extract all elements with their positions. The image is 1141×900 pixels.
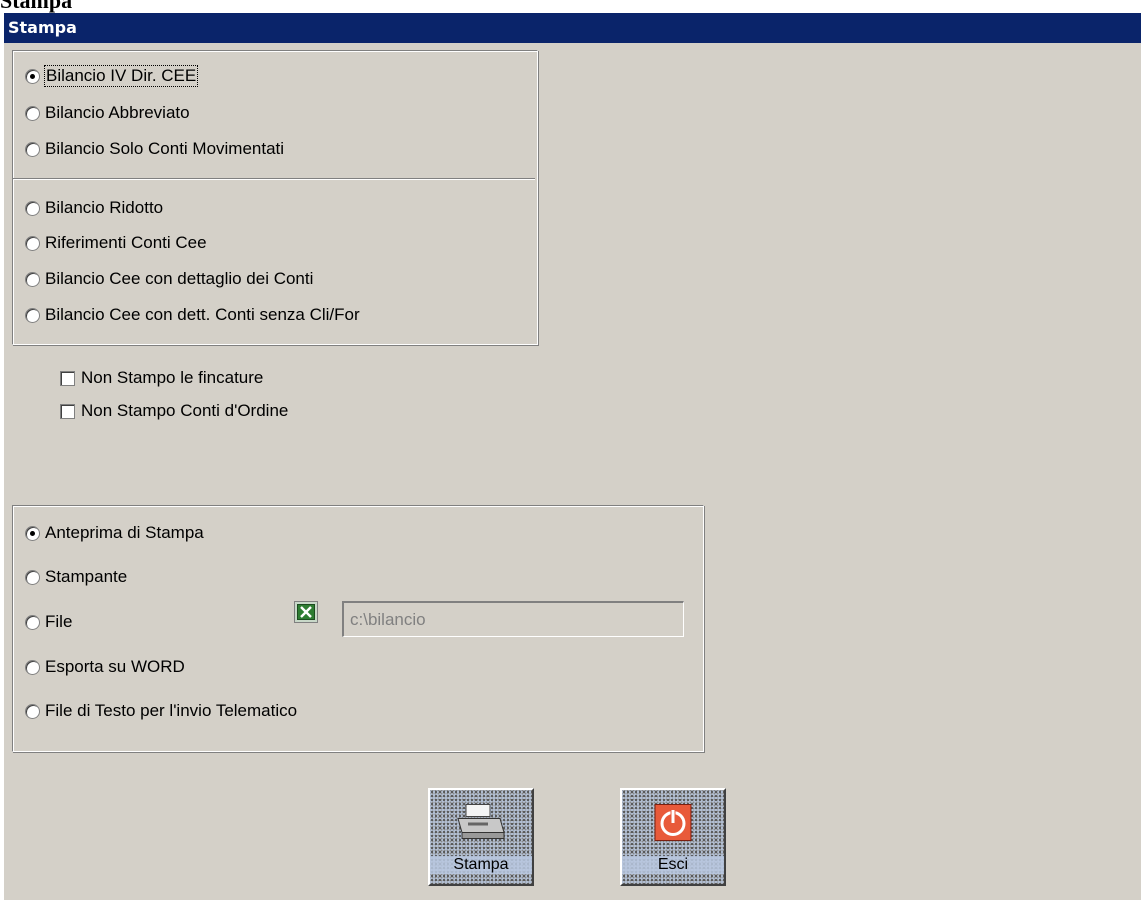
radio-label: Bilancio Solo Conti Movimentati [45,139,285,158]
radio-anteprima-di-stampa[interactable]: Anteprima di Stampa [25,521,204,545]
radio-stampante[interactable]: Stampante [25,565,127,589]
dialog-title: Stampa [8,18,77,37]
outer-window-title: Stampa [0,0,73,13]
checkbox-non-stampo-fincature[interactable]: Non Stampo le fincature [60,366,263,390]
stampa-button-label: Stampa [430,856,532,874]
printer-icon [454,803,508,846]
radio-button[interactable] [25,614,40,630]
radio-button[interactable] [25,525,40,541]
radio-bilancio-abbreviato[interactable]: Bilancio Abbreviato [25,101,190,125]
radio-button[interactable] [25,105,40,121]
radio-label: Bilancio Cee con dettaglio dei Conti [45,269,314,288]
radio-bilancio-cee-senza-cli-for[interactable]: Bilancio Cee con dett. Conti senza Cli/F… [25,303,360,327]
stampa-button[interactable]: Stampa [428,788,534,886]
radio-label: Esporta su WORD [45,657,185,676]
radio-bilancio-cee-dettaglio-conti[interactable]: Bilancio Cee con dettaglio dei Conti [25,267,313,291]
radio-file[interactable]: File [25,610,72,634]
radio-button[interactable] [25,271,40,287]
radio-label: Bilancio Abbreviato [45,103,190,122]
radio-button[interactable] [25,68,40,84]
radio-riferimenti-conti-cee[interactable]: Riferimenti Conti Cee [25,231,207,255]
radio-bilancio-solo-conti-movimentati[interactable]: Bilancio Solo Conti Movimentati [25,137,284,161]
radio-button[interactable] [25,703,40,719]
radio-label: Bilancio Cee con dett. Conti senza Cli/F… [45,305,360,324]
report-type-group: Bilancio IV Dir. CEE Bilancio Abbreviato… [12,50,538,345]
checkbox[interactable] [60,370,75,386]
checkbox-label: Non Stampo Conti d'Ordine [81,401,289,420]
radio-label: Bilancio Ridotto [45,198,164,217]
radio-esporta-su-word[interactable]: Esporta su WORD [25,655,185,679]
radio-label: Riferimenti Conti Cee [45,233,207,252]
group-separator [13,178,535,180]
power-icon [653,803,693,846]
radio-button[interactable] [25,235,40,251]
radio-label: Stampante [45,567,128,586]
checkbox-label: Non Stampo le fincature [81,368,264,387]
print-dialog: Stampa Bilancio IV Dir. CEE Bilancio Abb… [4,13,1141,900]
checkbox-non-stampo-conti-ordine[interactable]: Non Stampo Conti d'Ordine [60,399,288,423]
dialog-title-bar: Stampa [4,13,1141,43]
radio-label: Anteprima di Stampa [45,523,204,542]
radio-button[interactable] [25,307,40,323]
excel-icon[interactable] [294,601,318,623]
radio-label: File [45,612,73,631]
radio-label: File di Testo per l'invio Telematico [45,701,298,720]
radio-file-di-testo-telematico[interactable]: File di Testo per l'invio Telematico [25,699,297,723]
radio-bilancio-iv-dir-cee[interactable]: Bilancio IV Dir. CEE [25,64,199,88]
radio-button[interactable] [25,659,40,675]
file-path-input[interactable] [342,601,684,637]
esci-button[interactable]: Esci [620,788,726,886]
radio-bilancio-ridotto[interactable]: Bilancio Ridotto [25,196,163,220]
radio-button[interactable] [25,141,40,157]
radio-button[interactable] [25,569,40,585]
esci-button-label: Esci [622,856,724,874]
radio-label: Bilancio IV Dir. CEE [43,65,199,87]
radio-button[interactable] [25,200,40,216]
checkbox[interactable] [60,403,75,419]
